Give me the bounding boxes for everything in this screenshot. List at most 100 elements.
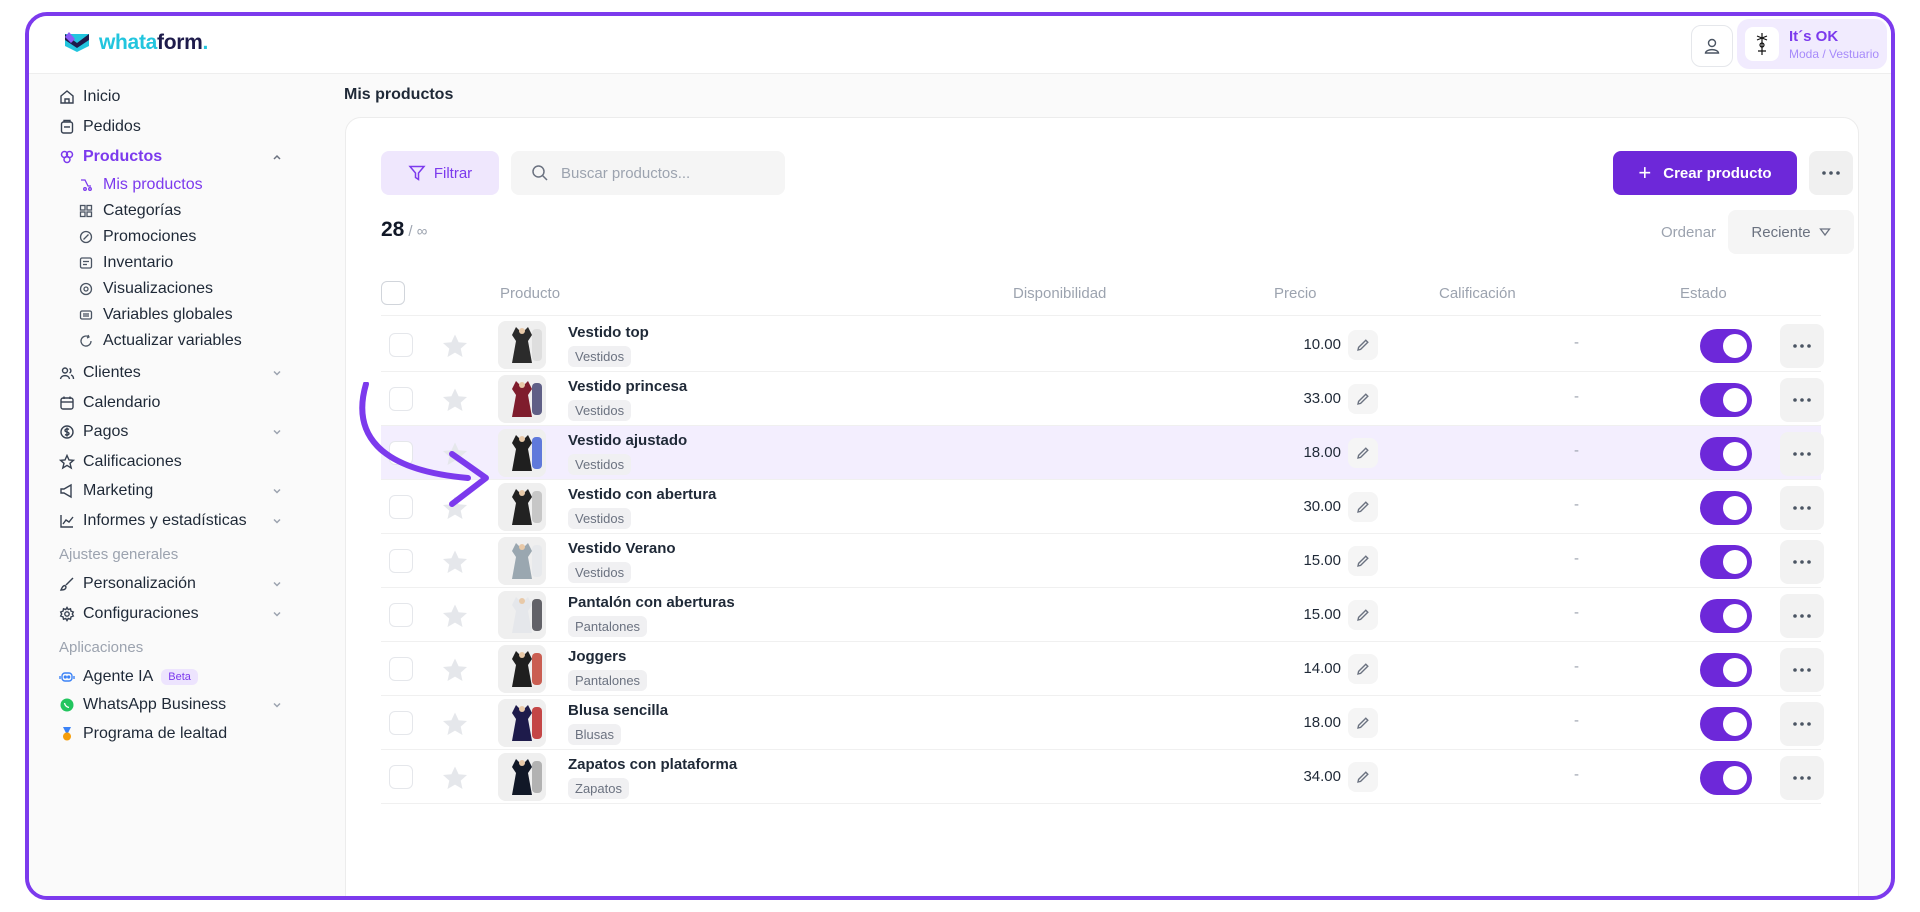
edit-price-button[interactable] bbox=[1348, 546, 1378, 576]
sidebar-subitem-inventario[interactable]: Inventario bbox=[79, 254, 173, 272]
product-thumbnail[interactable] bbox=[498, 429, 546, 477]
table-row[interactable]: Blusa sencilla Blusas 18.00 - bbox=[381, 696, 1824, 750]
status-toggle[interactable] bbox=[1700, 653, 1752, 687]
row-actions-button[interactable] bbox=[1780, 756, 1824, 800]
profile-button[interactable] bbox=[1691, 25, 1733, 67]
product-name[interactable]: Vestido top bbox=[568, 324, 649, 341]
star-icon[interactable] bbox=[441, 657, 469, 683]
row-checkbox[interactable] bbox=[389, 657, 413, 681]
edit-price-button[interactable] bbox=[1348, 384, 1378, 414]
sidebar-item-marketing[interactable]: Marketing bbox=[59, 482, 287, 500]
row-checkbox[interactable] bbox=[389, 603, 413, 627]
sidebar-item-productos[interactable]: Productos bbox=[59, 148, 287, 166]
sidebar-subitem-promociones[interactable]: Promociones bbox=[79, 228, 196, 246]
sidebar-item-pagos[interactable]: Pagos bbox=[59, 423, 287, 441]
column-header-availability[interactable]: Disponibilidad bbox=[1013, 285, 1106, 302]
row-checkbox[interactable] bbox=[389, 387, 413, 411]
edit-price-button[interactable] bbox=[1348, 762, 1378, 792]
sidebar-item-pedidos[interactable]: Pedidos bbox=[59, 118, 287, 136]
account-switcher[interactable]: It´s OK Moda / Vestuario bbox=[1737, 19, 1887, 69]
status-toggle[interactable] bbox=[1700, 599, 1752, 633]
product-thumbnail[interactable] bbox=[498, 699, 546, 747]
star-icon[interactable] bbox=[441, 549, 469, 575]
star-icon[interactable] bbox=[441, 387, 469, 413]
select-all-checkbox[interactable] bbox=[381, 281, 405, 305]
row-checkbox[interactable] bbox=[389, 441, 413, 465]
search-box[interactable] bbox=[511, 151, 785, 195]
sidebar-subitem-visualizaciones[interactable]: Visualizaciones bbox=[79, 280, 213, 298]
row-actions-button[interactable] bbox=[1780, 702, 1824, 746]
sidebar-subitem-variables-globales[interactable]: Variables globales bbox=[79, 306, 233, 324]
filter-button[interactable]: Filtrar bbox=[381, 151, 499, 195]
sidebar-item-configuraciones[interactable]: Configuraciones bbox=[59, 605, 287, 623]
sidebar-item-calificaciones[interactable]: Calificaciones bbox=[59, 453, 287, 471]
row-checkbox[interactable] bbox=[389, 711, 413, 735]
table-row[interactable]: Vestido ajustado Vestidos 18.00 - bbox=[381, 426, 1824, 480]
column-header-rating[interactable]: Calificación bbox=[1439, 285, 1516, 302]
chevron-up-icon[interactable] bbox=[271, 151, 283, 163]
product-thumbnail[interactable] bbox=[498, 591, 546, 639]
row-actions-button[interactable] bbox=[1780, 324, 1824, 368]
star-icon[interactable] bbox=[441, 441, 469, 467]
status-toggle[interactable] bbox=[1700, 761, 1752, 795]
chevron-down-icon[interactable] bbox=[271, 699, 283, 711]
product-thumbnail[interactable] bbox=[498, 483, 546, 531]
row-checkbox[interactable] bbox=[389, 765, 413, 789]
chevron-down-icon[interactable] bbox=[271, 578, 283, 590]
edit-price-button[interactable] bbox=[1348, 330, 1378, 360]
sidebar-item-personalizacion[interactable]: Personalización bbox=[59, 575, 287, 593]
table-row[interactable]: Vestido Verano Vestidos 15.00 - bbox=[381, 534, 1824, 588]
row-actions-button[interactable] bbox=[1780, 378, 1824, 422]
product-name[interactable]: Zapatos con plataforma bbox=[568, 756, 737, 773]
product-name[interactable]: Vestido Verano bbox=[568, 540, 676, 557]
row-checkbox[interactable] bbox=[389, 333, 413, 357]
chevron-down-icon[interactable] bbox=[271, 367, 283, 379]
column-header-status[interactable]: Estado bbox=[1680, 285, 1727, 302]
row-actions-button[interactable] bbox=[1780, 432, 1824, 476]
chevron-down-icon[interactable] bbox=[271, 485, 283, 497]
edit-price-button[interactable] bbox=[1348, 438, 1378, 468]
sidebar-item-inicio[interactable]: Inicio bbox=[59, 88, 287, 106]
sidebar-item-clientes[interactable]: Clientes bbox=[59, 364, 287, 382]
status-toggle[interactable] bbox=[1700, 437, 1752, 471]
table-row[interactable]: Vestido princesa Vestidos 33.00 - bbox=[381, 372, 1824, 426]
edit-price-button[interactable] bbox=[1348, 654, 1378, 684]
sidebar-item-programa-lealtad[interactable]: Programa de lealtad bbox=[59, 725, 287, 743]
brand-logo[interactable]: whataform. bbox=[63, 31, 208, 55]
sidebar-item-calendario[interactable]: Calendario bbox=[59, 394, 287, 412]
edit-price-button[interactable] bbox=[1348, 492, 1378, 522]
sidebar-item-whatsapp[interactable]: WhatsApp Business bbox=[59, 696, 287, 714]
edit-price-button[interactable] bbox=[1348, 708, 1378, 738]
edit-price-button[interactable] bbox=[1348, 600, 1378, 630]
row-checkbox[interactable] bbox=[389, 495, 413, 519]
star-icon[interactable] bbox=[441, 495, 469, 521]
product-thumbnail[interactable] bbox=[498, 321, 546, 369]
table-row[interactable]: Zapatos con plataforma Zapatos 34.00 - bbox=[381, 750, 1824, 804]
status-toggle[interactable] bbox=[1700, 545, 1752, 579]
table-row[interactable]: Vestido top Vestidos 10.00 - bbox=[381, 318, 1824, 372]
star-icon[interactable] bbox=[441, 765, 469, 791]
sidebar-item-agente-ia[interactable]: Agente IA Beta bbox=[59, 668, 287, 686]
status-toggle[interactable] bbox=[1700, 491, 1752, 525]
product-thumbnail[interactable] bbox=[498, 753, 546, 801]
search-input[interactable] bbox=[561, 164, 761, 182]
star-icon[interactable] bbox=[441, 603, 469, 629]
table-row[interactable]: Joggers Pantalones 14.00 - bbox=[381, 642, 1824, 696]
product-name[interactable]: Vestido ajustado bbox=[568, 432, 687, 449]
table-row[interactable]: Vestido con abertura Vestidos 30.00 - bbox=[381, 480, 1824, 534]
star-icon[interactable] bbox=[441, 711, 469, 737]
product-name[interactable]: Joggers bbox=[568, 648, 626, 665]
sidebar-item-informes[interactable]: Informes y estadísticas bbox=[59, 512, 287, 530]
status-toggle[interactable] bbox=[1700, 329, 1752, 363]
star-icon[interactable] bbox=[441, 333, 469, 359]
column-header-price[interactable]: Precio bbox=[1274, 285, 1317, 302]
chevron-down-icon[interactable] bbox=[271, 608, 283, 620]
sidebar-subitem-actualizar-variables[interactable]: Actualizar variables bbox=[79, 332, 242, 350]
row-actions-button[interactable] bbox=[1780, 594, 1824, 638]
status-toggle[interactable] bbox=[1700, 383, 1752, 417]
chevron-down-icon[interactable] bbox=[271, 426, 283, 438]
row-actions-button[interactable] bbox=[1780, 540, 1824, 584]
sidebar-subitem-categorias[interactable]: Categorías bbox=[79, 202, 181, 220]
product-thumbnail[interactable] bbox=[498, 375, 546, 423]
product-name[interactable]: Vestido princesa bbox=[568, 378, 687, 395]
